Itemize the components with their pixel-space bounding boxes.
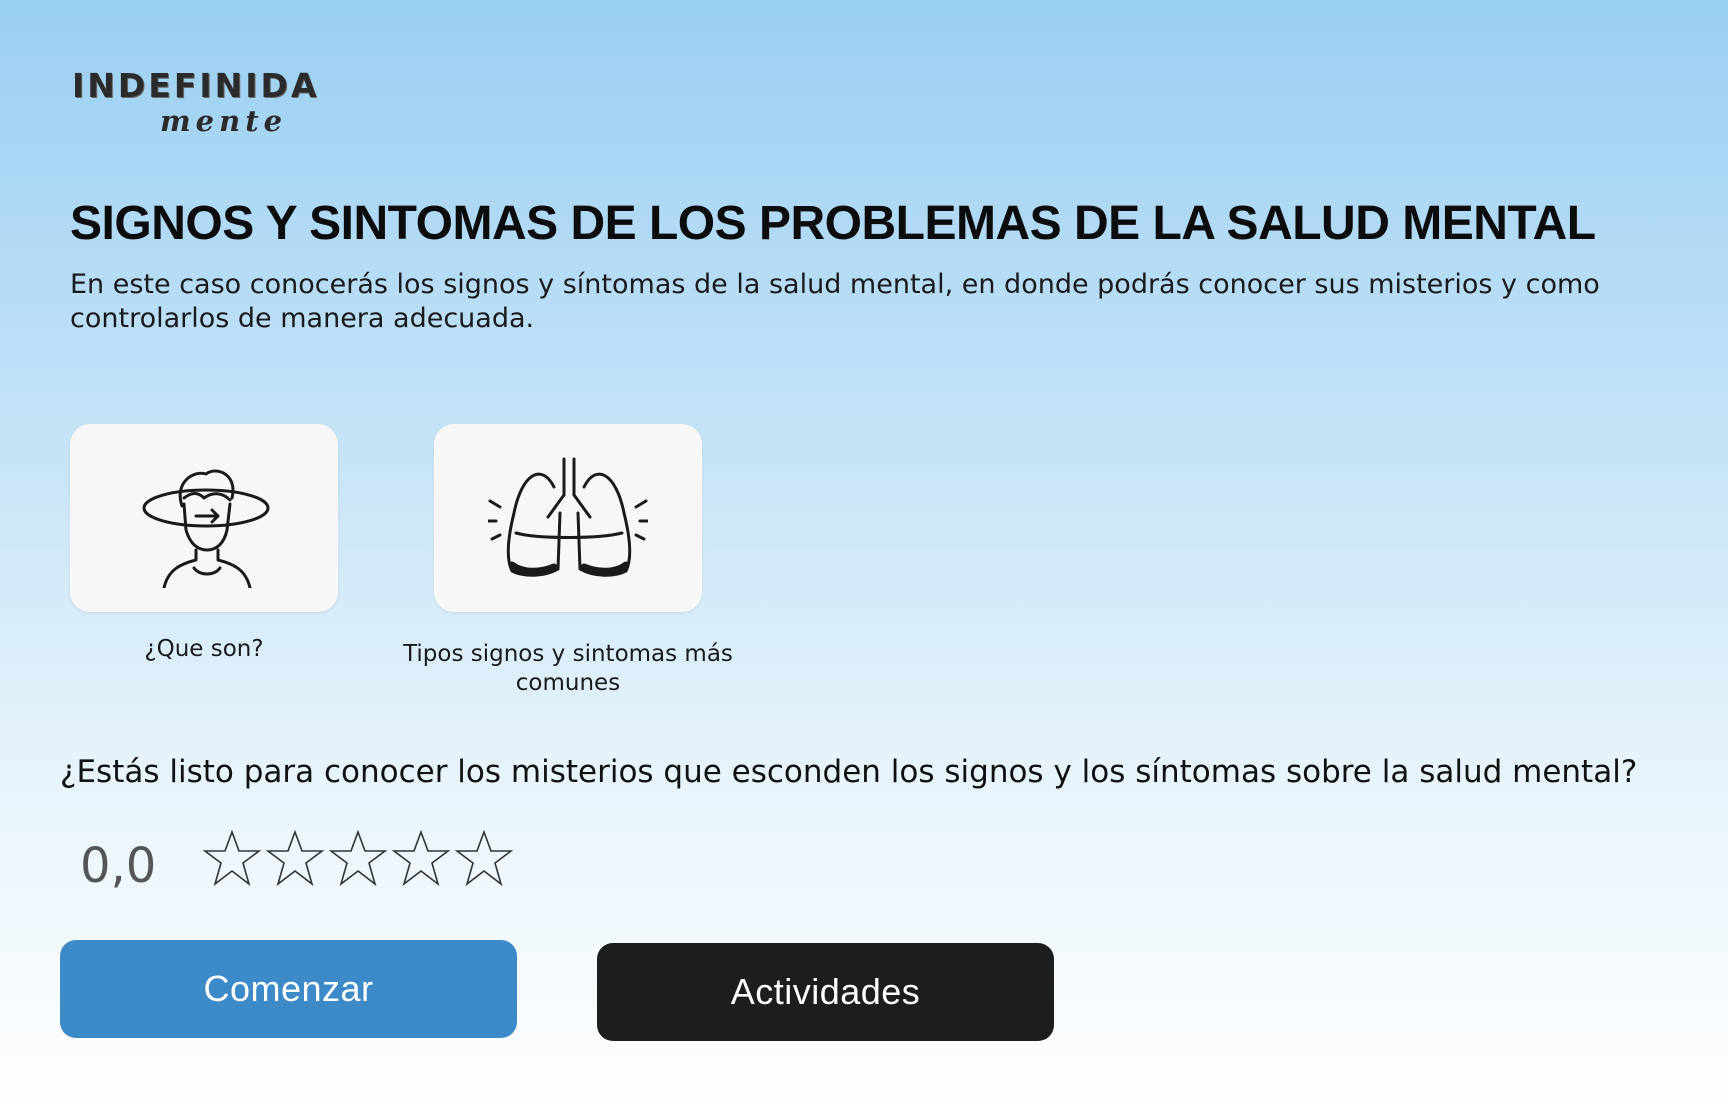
star-icon[interactable] (391, 828, 451, 890)
star-icon[interactable] (328, 828, 388, 890)
lungs-icon (488, 457, 648, 577)
brand-logo[interactable]: INDEFINIDA mente (72, 66, 372, 146)
logo-wordmark-top: INDEFINIDA (72, 66, 320, 105)
start-button[interactable]: Comenzar (60, 940, 517, 1038)
card-common-types[interactable] (434, 424, 702, 612)
card-label-what-are-they[interactable]: ¿Que son? (70, 635, 338, 664)
card-what-are-they[interactable] (70, 424, 338, 612)
person-head-rotation-icon (142, 469, 270, 588)
star-rating[interactable] (202, 828, 514, 890)
rating-value: 0,0 (80, 838, 157, 894)
page-title: SIGNOS Y SINTOMAS DE LOS PROBLEMAS DE LA… (70, 197, 1596, 250)
logo-wordmark-bottom: mente (160, 104, 288, 138)
activities-button[interactable]: Actividades (597, 943, 1054, 1041)
card-label-common-types[interactable]: Tipos signos y sintomas más comunes (390, 640, 746, 698)
star-icon[interactable] (202, 828, 262, 890)
intro-text: En este caso conocerás los signos y sínt… (70, 269, 1600, 334)
star-icon[interactable] (454, 828, 514, 890)
star-icon[interactable] (265, 828, 325, 890)
question-text: ¿Estás listo para conocer los misterios … (60, 754, 1638, 790)
